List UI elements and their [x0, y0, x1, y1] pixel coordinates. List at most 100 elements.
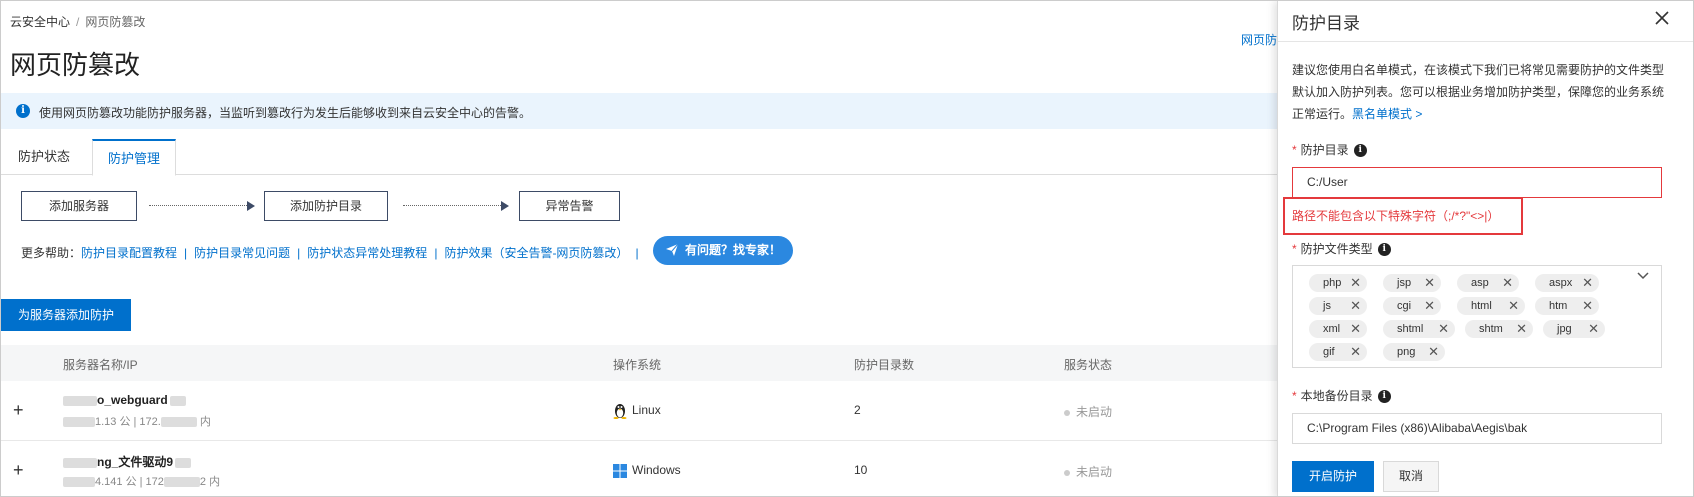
step-arrow-icon [501, 201, 509, 211]
page: 云安全中心 / 网页防篡改 网页防篡改 网页防 i 使用网页防篡改功能防护服务器，当… [0, 0, 1694, 497]
breadcrumb-root[interactable]: 云安全中心 [10, 15, 70, 29]
close-icon[interactable] [1651, 7, 1673, 29]
status-text: 未启动 [1076, 405, 1113, 419]
top-link[interactable]: 网页防 [1241, 31, 1277, 48]
help-separator: | [297, 246, 301, 260]
redacted-text [63, 395, 97, 406]
help-separator: | [184, 246, 188, 260]
filetype-tag-label: aspx [1549, 277, 1573, 289]
step-connector [403, 205, 503, 206]
dir-error-message: 路径不能包含以下特殊字符（;/*?"<>|） [1292, 209, 1500, 223]
remove-tag-icon[interactable]: ✕ [1350, 274, 1361, 292]
remove-tag-icon[interactable]: ✕ [1502, 274, 1513, 292]
filetype-tag-label: shtm [1479, 323, 1503, 335]
server-ip: 1.13 公 | 172. 内 [63, 413, 211, 429]
os-cell: Windows [613, 463, 681, 478]
redacted-text [169, 395, 186, 406]
help-link-effect[interactable]: 防护效果（安全告警-网页防篡改） [444, 246, 628, 260]
filetype-tag: shtm ✕ [1465, 320, 1533, 338]
server-ip-text: 4.141 公 | 172 [95, 476, 164, 488]
remove-tag-icon[interactable]: ✕ [1350, 343, 1361, 361]
status-dot [1064, 409, 1070, 416]
help-link-faq[interactable]: 防护目录常见问题 [194, 246, 290, 260]
filetype-tag: png ✕ [1383, 343, 1445, 361]
filetype-tag: html ✕ [1457, 297, 1525, 315]
filetype-tag: gif ✕ [1309, 343, 1367, 361]
redacted-text [63, 417, 95, 428]
redacted-text [160, 417, 197, 428]
filetype-tag-label: htm [1549, 300, 1568, 312]
os-name: Windows [632, 463, 681, 477]
protection-dir-input[interactable]: C:/User [1292, 167, 1662, 198]
server-name: o_webguard [63, 393, 186, 407]
paper-plane-icon [666, 243, 679, 256]
tab-protection-management[interactable]: 防护管理 [92, 139, 177, 176]
info-icon: i [16, 104, 30, 118]
info-icon[interactable]: i [1377, 243, 1391, 257]
help-separator: | [635, 246, 639, 260]
chevron-down-icon[interactable] [1636, 271, 1650, 281]
remove-tag-icon[interactable]: ✕ [1428, 343, 1439, 361]
step-add-directory: 添加防护目录 [264, 191, 388, 221]
backup-label: * 本地备份目录 i [1292, 387, 1391, 404]
filetype-tag-label: asp [1471, 277, 1489, 289]
remove-tag-icon[interactable]: ✕ [1424, 297, 1435, 315]
tab-protection-status[interactable]: 防护状态 [3, 139, 85, 175]
server-name-text: ng_文件驱动9 [97, 455, 174, 469]
remove-tag-icon[interactable]: ✕ [1508, 297, 1519, 315]
remove-tag-icon[interactable]: ✕ [1438, 320, 1449, 338]
redacted-text [175, 457, 192, 468]
filetype-tag-label: xml [1323, 323, 1341, 335]
enable-protection-button[interactable]: 开启防护 [1292, 461, 1374, 492]
add-server-protection-button[interactable]: 为服务器添加防护 [1, 299, 131, 331]
linux-icon [613, 404, 627, 419]
filetype-tag: php ✕ [1309, 274, 1367, 292]
info-icon[interactable]: i [1377, 390, 1391, 404]
help-prefix: 更多帮助： [21, 246, 82, 260]
dir-label: * 防护目录 i [1292, 141, 1367, 158]
drawer-divider [1278, 41, 1693, 42]
filetype-tag-label: html [1471, 300, 1492, 312]
step-arrow-icon [247, 201, 255, 211]
required-mark: * [1292, 143, 1297, 157]
filetype-tag-label: jpg [1557, 323, 1572, 335]
expand-row-button[interactable]: + [13, 400, 24, 421]
ask-expert-button[interactable]: 有问题？找专家！ [653, 236, 793, 265]
remove-tag-icon[interactable]: ✕ [1350, 320, 1361, 338]
blacklist-mode-link[interactable]: 黑名单模式 > [1352, 107, 1422, 121]
drawer-title: 防护目录 [1292, 14, 1360, 33]
breadcrumb: 云安全中心 / 网页防篡改 [10, 13, 145, 30]
filetype-tag: shtml ✕ [1383, 320, 1455, 338]
filetype-tag: jsp ✕ [1383, 274, 1441, 292]
cancel-button[interactable]: 取消 [1383, 461, 1439, 492]
help-link-troubleshoot[interactable]: 防护状态异常处理教程 [307, 246, 427, 260]
server-ip-text: 1.13 公 | 172. [95, 416, 161, 428]
filetype-tag: aspx ✕ [1535, 274, 1599, 292]
redacted-text [63, 477, 95, 488]
remove-tag-icon[interactable]: ✕ [1516, 320, 1527, 338]
ask-expert-label: 有问题？找专家！ [685, 243, 782, 257]
info-icon[interactable]: i [1353, 144, 1367, 158]
drawer-description: 建议您使用白名单模式，在该模式下我们已将常见需要防护的文件类型默认加入防护列表。… [1292, 59, 1664, 125]
remove-tag-icon[interactable]: ✕ [1424, 274, 1435, 292]
redacted-text [63, 457, 97, 468]
remove-tag-icon[interactable]: ✕ [1588, 320, 1599, 338]
breadcrumb-separator: / [76, 15, 80, 29]
filetype-tag: asp ✕ [1457, 274, 1519, 292]
expand-row-button[interactable]: + [13, 460, 24, 481]
breadcrumb-current: 网页防篡改 [85, 15, 146, 29]
step-connector [149, 205, 249, 206]
status-badge: 未启动 [1064, 463, 1112, 480]
filetype-tag-label: gif [1323, 346, 1335, 358]
filetype-tag-label: cgi [1397, 300, 1412, 312]
server-ip-suffix: 2 内 [199, 476, 221, 488]
filetype-tag-label: js [1323, 300, 1331, 312]
remove-tag-icon[interactable]: ✕ [1582, 297, 1593, 315]
filetype-select[interactable]: php ✕ jsp ✕ asp ✕ aspx ✕ js ✕ cgi ✕ html ✕ htm ✕… [1292, 265, 1662, 368]
dir-count: 10 [854, 463, 868, 477]
info-text: 使用网页防篡改功能防护服务器，当监听到篡改行为发生后能够收到来自云安全中心的告警… [39, 106, 532, 120]
remove-tag-icon[interactable]: ✕ [1582, 274, 1593, 292]
remove-tag-icon[interactable]: ✕ [1350, 297, 1361, 315]
backup-dir-input[interactable]: C:\Program Files (x86)\Alibaba\Aegis\bak [1292, 413, 1662, 444]
help-link-config[interactable]: 防护目录配置教程 [81, 246, 177, 260]
